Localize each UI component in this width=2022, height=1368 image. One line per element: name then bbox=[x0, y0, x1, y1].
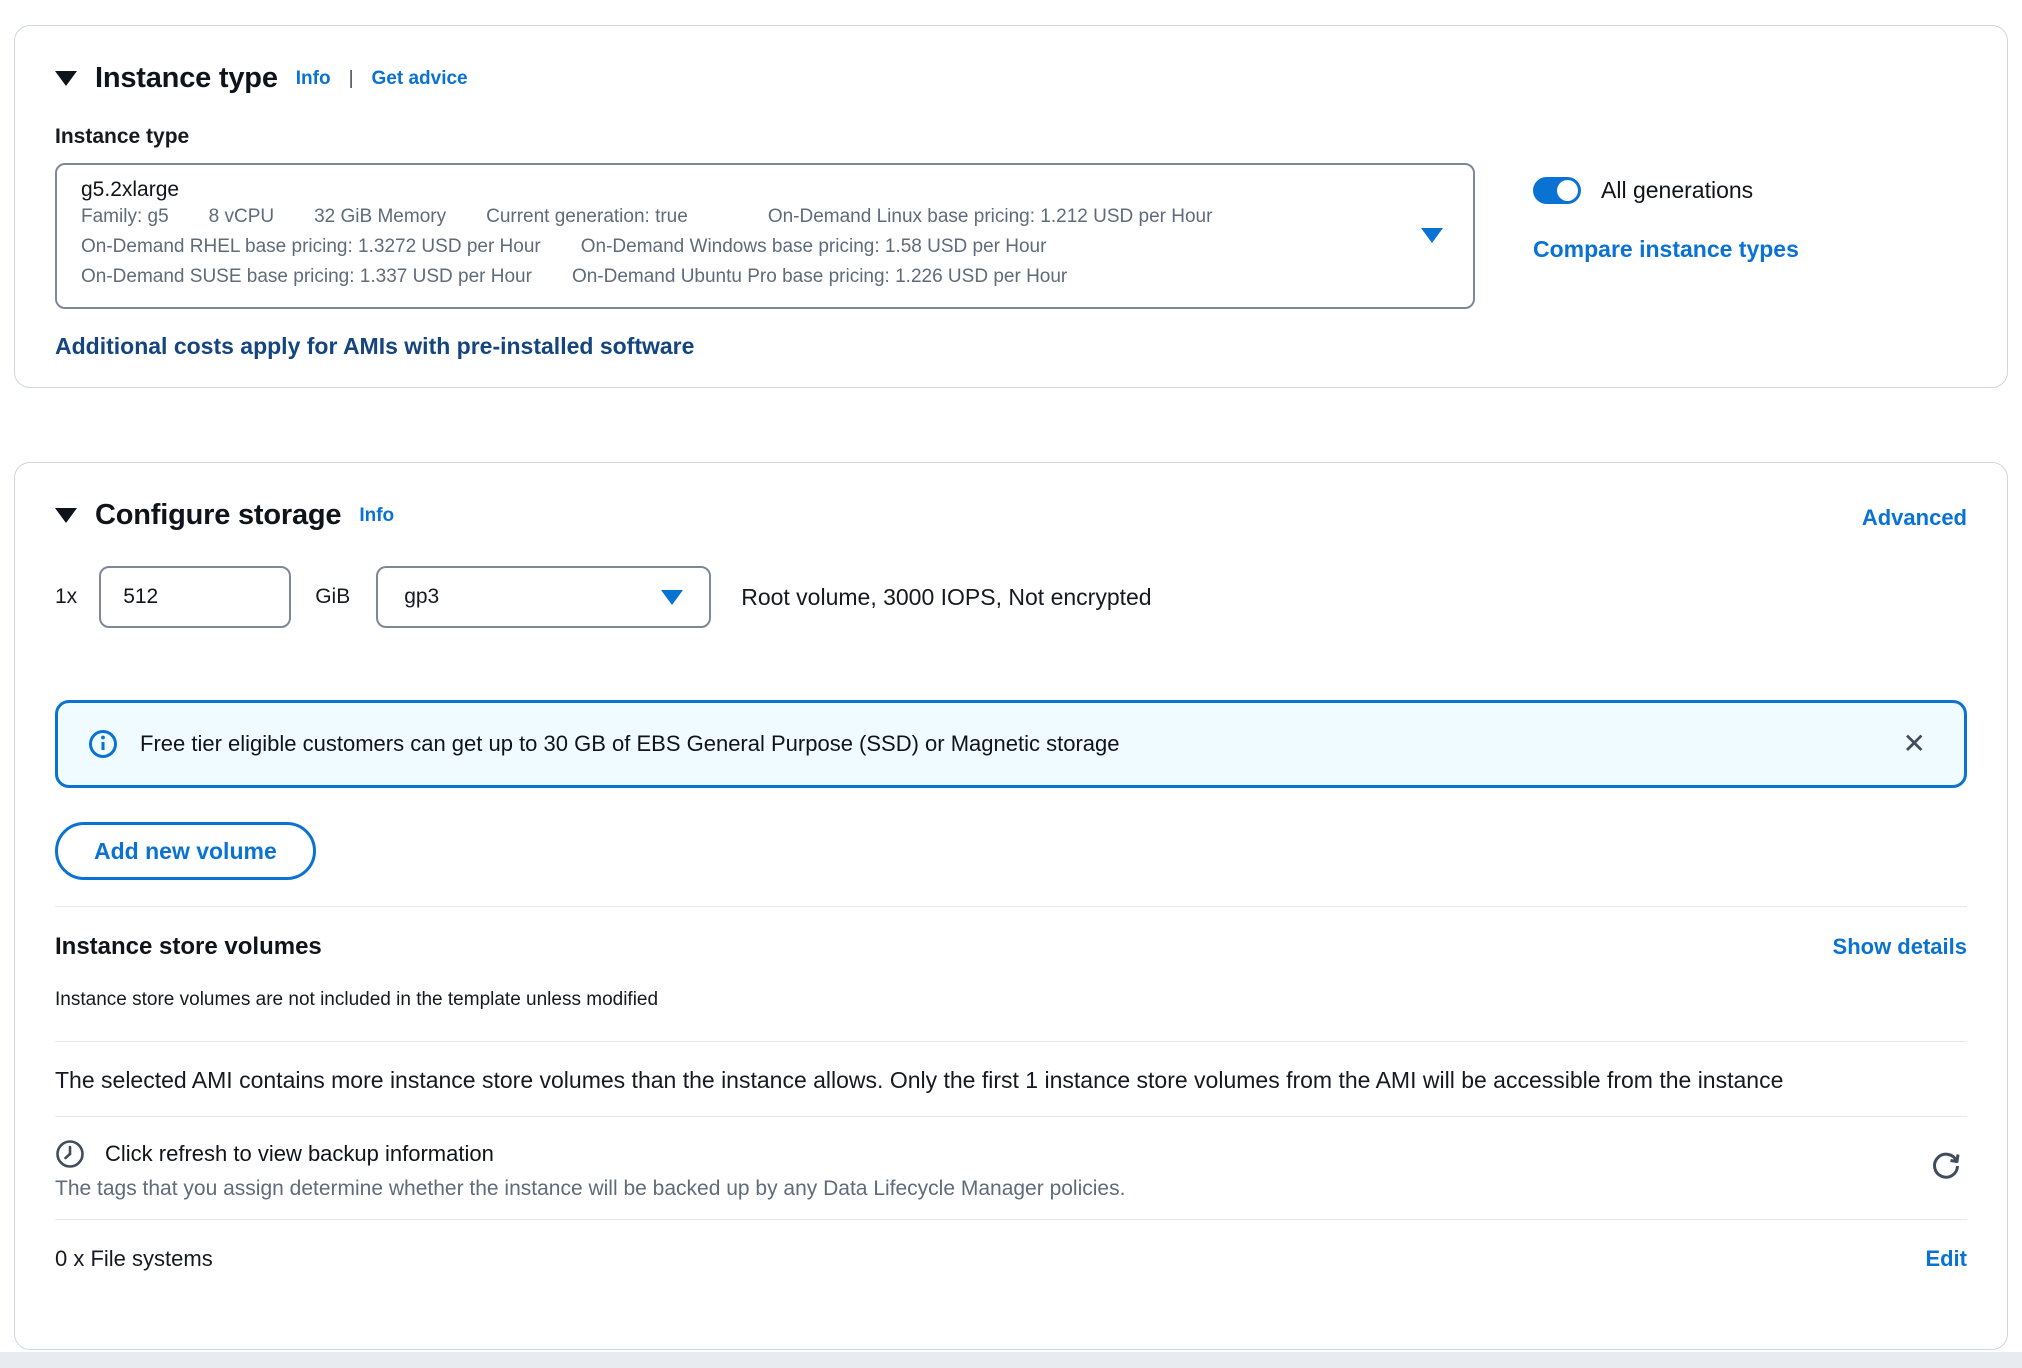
all-generations-toggle[interactable] bbox=[1533, 177, 1581, 204]
refresh-button[interactable] bbox=[1925, 1145, 1967, 1190]
file-systems-row: 0 x File systems Edit bbox=[55, 1246, 1967, 1272]
collapse-triangle-icon[interactable] bbox=[55, 71, 77, 86]
instance-store-volumes-description: Instance store volumes are not included … bbox=[55, 989, 1967, 1011]
info-icon bbox=[88, 729, 118, 759]
link-separator: | bbox=[349, 68, 354, 90]
clock-icon bbox=[55, 1139, 85, 1169]
configure-storage-panel: Configure storage Info Advanced 1x GiB g… bbox=[14, 462, 2008, 1350]
additional-costs-note[interactable]: Additional costs apply for AMIs with pre… bbox=[55, 333, 1967, 360]
free-tier-alert-text: Free tier eligible customers can get up … bbox=[140, 731, 1119, 757]
divider bbox=[55, 1116, 1967, 1117]
free-tier-alert: Free tier eligible customers can get up … bbox=[55, 700, 1967, 788]
ami-instance-store-warning: The selected AMI contains more instance … bbox=[55, 1060, 1967, 1100]
divider bbox=[55, 906, 1967, 907]
edit-file-systems-link[interactable]: Edit bbox=[1925, 1246, 1967, 1272]
section-title: Configure storage bbox=[95, 499, 341, 532]
instance-type-panel: Instance type Info | Get advice Instance… bbox=[14, 25, 2008, 388]
instance-type-select[interactable]: g5.2xlarge Family: g5 8 vCPU 32 GiB Memo… bbox=[55, 163, 1475, 309]
info-link[interactable]: Info bbox=[359, 505, 394, 527]
volume-count-label: 1x bbox=[55, 585, 77, 609]
info-link[interactable]: Info bbox=[296, 68, 331, 90]
instance-store-volumes-title: Instance store volumes bbox=[55, 933, 322, 961]
advanced-link[interactable]: Advanced bbox=[1862, 499, 1967, 531]
collapse-triangle-icon[interactable] bbox=[55, 508, 77, 523]
instance-specs-line: Family: g5 8 vCPU 32 GiB Memory Current … bbox=[81, 202, 1403, 232]
volume-size-input[interactable] bbox=[99, 566, 291, 628]
root-volume-row: 1x GiB gp3 Root volume, 3000 IOPS, Not e… bbox=[55, 566, 1967, 628]
selected-volume-type: gp3 bbox=[404, 585, 439, 609]
divider bbox=[55, 1041, 1967, 1042]
backup-info-row: Click refresh to view backup information… bbox=[55, 1139, 1967, 1201]
add-new-volume-button[interactable]: Add new volume bbox=[55, 822, 316, 880]
section-title: Instance type bbox=[95, 62, 278, 95]
instance-type-field-label: Instance type bbox=[55, 125, 1967, 149]
chevron-down-icon bbox=[1421, 228, 1443, 243]
instance-type-header: Instance type Info | Get advice bbox=[55, 62, 1967, 95]
backup-info-description: The tags that you assign determine wheth… bbox=[55, 1177, 1125, 1201]
selected-instance-type: g5.2xlarge bbox=[81, 178, 1403, 202]
refresh-icon bbox=[1929, 1149, 1963, 1183]
volume-unit-label: GiB bbox=[315, 585, 350, 609]
backup-info-title: Click refresh to view backup information bbox=[105, 1141, 494, 1167]
get-advice-link[interactable]: Get advice bbox=[372, 68, 468, 90]
toggle-knob bbox=[1557, 180, 1578, 201]
volume-type-select[interactable]: gp3 bbox=[376, 566, 711, 628]
instance-pricing-line: On-Demand SUSE base pricing: 1.337 USD p… bbox=[81, 262, 1403, 292]
all-generations-label: All generations bbox=[1601, 177, 1753, 204]
volume-description: Root volume, 3000 IOPS, Not encrypted bbox=[741, 584, 1151, 611]
compare-instance-types-link[interactable]: Compare instance types bbox=[1533, 236, 1799, 263]
chevron-down-icon bbox=[661, 590, 683, 605]
file-systems-label: 0 x File systems bbox=[55, 1246, 213, 1272]
page-background-strip bbox=[0, 1352, 2022, 1368]
divider bbox=[55, 1219, 1967, 1220]
configure-storage-header: Configure storage Info bbox=[55, 499, 394, 532]
instance-pricing-line: On-Demand RHEL base pricing: 1.3272 USD … bbox=[81, 232, 1403, 262]
close-icon[interactable]: ✕ bbox=[1895, 726, 1934, 762]
show-details-link[interactable]: Show details bbox=[1833, 934, 1967, 960]
